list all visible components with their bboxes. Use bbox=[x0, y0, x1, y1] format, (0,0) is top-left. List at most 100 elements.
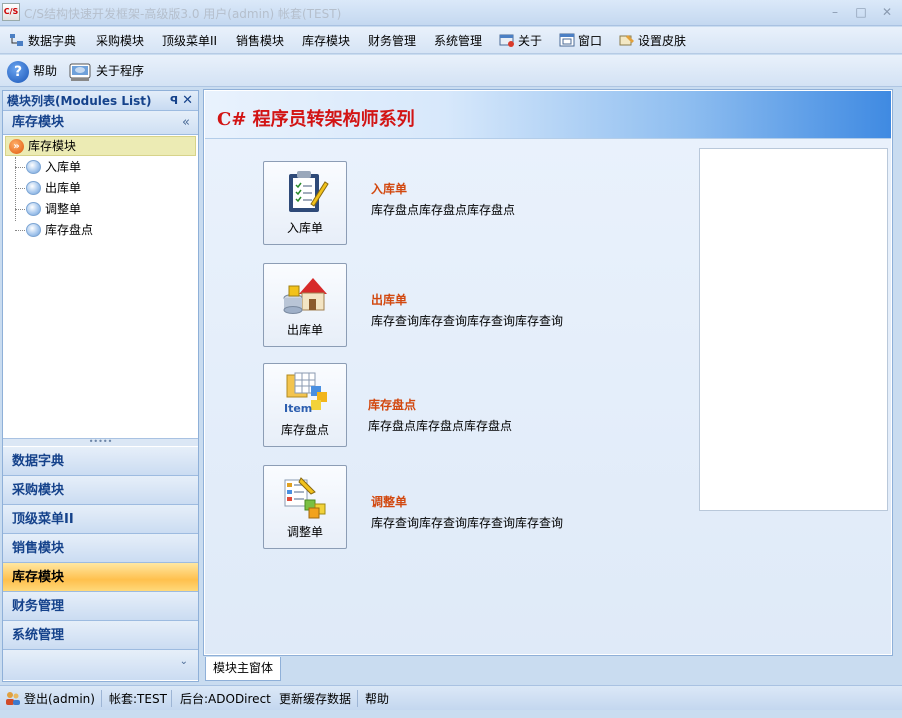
menu-purchase[interactable]: 采购模块 bbox=[96, 32, 144, 50]
adjustment-button[interactable]: 调整单 bbox=[263, 465, 347, 549]
modules-panel: 模块列表(Modules List) ꟼ ✕ 库存模块 « » 库存模块 入库单… bbox=[2, 90, 199, 682]
tree-item-label: 入库单 bbox=[45, 160, 82, 174]
menu-top-level-ii[interactable]: 顶级菜单II bbox=[162, 32, 217, 50]
menu-window[interactable]: 窗口 bbox=[559, 32, 602, 50]
adjust-icon bbox=[284, 477, 326, 519]
main-window: C# 程序员转架构师系列 入库单 入库单 库存盘点库存盘点库存盘点 出库单 出库… bbox=[203, 89, 893, 656]
data-dictionary-icon bbox=[10, 34, 23, 46]
menu-finance[interactable]: 财务管理 bbox=[368, 32, 416, 50]
menu-label: 设置皮肤 bbox=[638, 34, 687, 48]
modules-panel-title: 模块列表(Modules List) bbox=[7, 94, 152, 108]
about-program-button[interactable]: 关于程序 bbox=[68, 59, 144, 83]
menu-system[interactable]: 系统管理 bbox=[434, 32, 482, 50]
tree-node-orb-icon bbox=[26, 223, 41, 237]
menu-inventory[interactable]: 库存模块 bbox=[302, 32, 350, 50]
pin-icon[interactable]: ꟼ bbox=[170, 91, 178, 111]
tree-node-orb-icon bbox=[26, 160, 41, 174]
window-bottom-edge bbox=[0, 710, 902, 718]
nav-group-system[interactable]: 系统管理 bbox=[3, 621, 198, 650]
menu-data-dictionary[interactable]: 数据字典 bbox=[9, 32, 76, 50]
tree-item[interactable]: 入库单 bbox=[15, 157, 81, 177]
tree-item[interactable]: 出库单 bbox=[15, 178, 81, 198]
button-label: 调整单 bbox=[286, 525, 323, 539]
document-tab-bar: 模块主窗体 bbox=[203, 657, 893, 681]
nav-group-sales[interactable]: 销售模块 bbox=[3, 534, 198, 563]
window-icon bbox=[559, 33, 575, 47]
close-button[interactable]: ✕ bbox=[878, 4, 896, 20]
tree-connector bbox=[15, 230, 25, 231]
function-description: 库存盘点库存盘点库存盘点 bbox=[371, 203, 516, 217]
status-separator bbox=[101, 690, 102, 707]
nav-group-finance[interactable]: 财务管理 bbox=[3, 592, 198, 621]
nav-group-data-dictionary[interactable]: 数据字典 bbox=[3, 447, 198, 476]
menu-label: 关于 bbox=[518, 34, 543, 48]
nav-groups: 数据字典 采购模块 顶级菜单II 销售模块 库存模块 财务管理 系统管理 ⌄ bbox=[3, 447, 198, 680]
tree-item-label: 调整单 bbox=[45, 202, 82, 216]
menu-label: 窗口 bbox=[578, 34, 603, 48]
logout-button[interactable]: 登出(admin) bbox=[5, 690, 95, 708]
menu-about[interactable]: 关于 bbox=[499, 32, 542, 50]
button-label: 入库单 bbox=[286, 221, 323, 235]
panel-close-icon[interactable]: ✕ bbox=[182, 91, 193, 111]
app-logo-icon: C/S bbox=[2, 3, 20, 21]
tree-node-orb-icon bbox=[26, 181, 41, 195]
group-title-label: 库存模块 bbox=[12, 115, 65, 130]
maximize-button[interactable]: □ bbox=[852, 4, 870, 20]
users-icon bbox=[6, 692, 20, 705]
tab-main-window[interactable]: 模块主窗体 bbox=[205, 657, 281, 681]
item-icon: Item bbox=[284, 372, 327, 415]
tree-item-label: 出库单 bbox=[45, 181, 82, 195]
menu-bar: 数据字典 采购模块 顶级菜单II 销售模块 库存模块 财务管理 系统管理 关于 … bbox=[0, 27, 902, 54]
menu-label: 数据字典 bbox=[28, 34, 77, 48]
tree-item[interactable]: 调整单 bbox=[15, 199, 81, 219]
collapse-icon[interactable]: « bbox=[182, 111, 190, 135]
group-title: 库存模块 « bbox=[3, 111, 198, 135]
nav-group-inventory[interactable]: 库存模块 bbox=[3, 563, 198, 592]
nav-group-purchase[interactable]: 采购模块 bbox=[3, 476, 198, 505]
status-separator bbox=[357, 690, 358, 707]
help-label: 帮助 bbox=[33, 64, 58, 78]
help-icon: ? bbox=[7, 60, 29, 83]
item-icon-text: Item bbox=[284, 402, 312, 415]
menu-skin-settings[interactable]: 设置皮肤 bbox=[619, 32, 686, 50]
about-program-icon bbox=[69, 63, 91, 81]
about-program-label: 关于程序 bbox=[96, 64, 145, 78]
function-description: 库存盘点库存盘点库存盘点 bbox=[368, 419, 513, 433]
expand-orb-icon: » bbox=[9, 139, 24, 154]
nav-overflow-icon[interactable]: ⌄ bbox=[180, 656, 188, 667]
menu-sales[interactable]: 销售模块 bbox=[236, 32, 284, 50]
function-description: 库存查询库存查询库存查询库存查询 bbox=[371, 314, 564, 328]
tree-connector bbox=[15, 167, 25, 168]
button-label: 出库单 bbox=[286, 323, 323, 337]
function-title: 调整单 bbox=[371, 495, 408, 509]
stock-out-button[interactable]: 出库单 bbox=[263, 263, 347, 347]
tree-item-label: 库存盘点 bbox=[45, 223, 94, 237]
status-help-button[interactable]: 帮助 bbox=[365, 690, 389, 708]
nav-group-top-level-ii[interactable]: 顶级菜单II bbox=[3, 505, 198, 534]
toolbar: ? 帮助 关于程序 bbox=[0, 55, 902, 87]
logout-label: 登出(admin) bbox=[24, 692, 95, 706]
function-description: 库存查询库存查询库存查询库存查询 bbox=[371, 516, 564, 530]
minimize-button[interactable]: – bbox=[826, 4, 844, 20]
tree-root-inventory[interactable]: » 库存模块 bbox=[5, 136, 196, 156]
tree-item[interactable]: 库存盘点 bbox=[15, 220, 93, 240]
tree-root-label: 库存模块 bbox=[28, 139, 77, 153]
help-toolbar-button[interactable]: ? 帮助 bbox=[7, 59, 57, 83]
side-panel-box bbox=[699, 148, 888, 511]
module-tree: » 库存模块 入库单 出库单 调整单 库存盘点 bbox=[3, 135, 198, 425]
refresh-cache-button[interactable]: 更新缓存数据 bbox=[279, 690, 351, 708]
tree-connector bbox=[15, 209, 25, 210]
title-bar: C/S C/S结构快速开发框架-高级版3.0 用户(admin) 帐套(TEST… bbox=[0, 0, 902, 26]
function-title: 入库单 bbox=[371, 182, 408, 196]
account-status: 帐套:TEST bbox=[109, 692, 167, 706]
warehouse-icon bbox=[283, 278, 327, 314]
modules-panel-header: 模块列表(Modules List) ꟼ ✕ bbox=[3, 91, 198, 111]
panel-splitter[interactable]: ••••• bbox=[3, 438, 198, 446]
banner-title: C# 程序员转架构师系列 bbox=[217, 109, 415, 130]
stock-in-button[interactable]: 入库单 bbox=[263, 161, 347, 245]
status-separator bbox=[171, 690, 172, 707]
clipboard-icon bbox=[289, 171, 329, 212]
stocktaking-button[interactable]: Item 库存盘点 bbox=[263, 363, 347, 447]
function-title: 库存盘点 bbox=[368, 398, 417, 412]
about-menu-icon bbox=[499, 34, 514, 47]
